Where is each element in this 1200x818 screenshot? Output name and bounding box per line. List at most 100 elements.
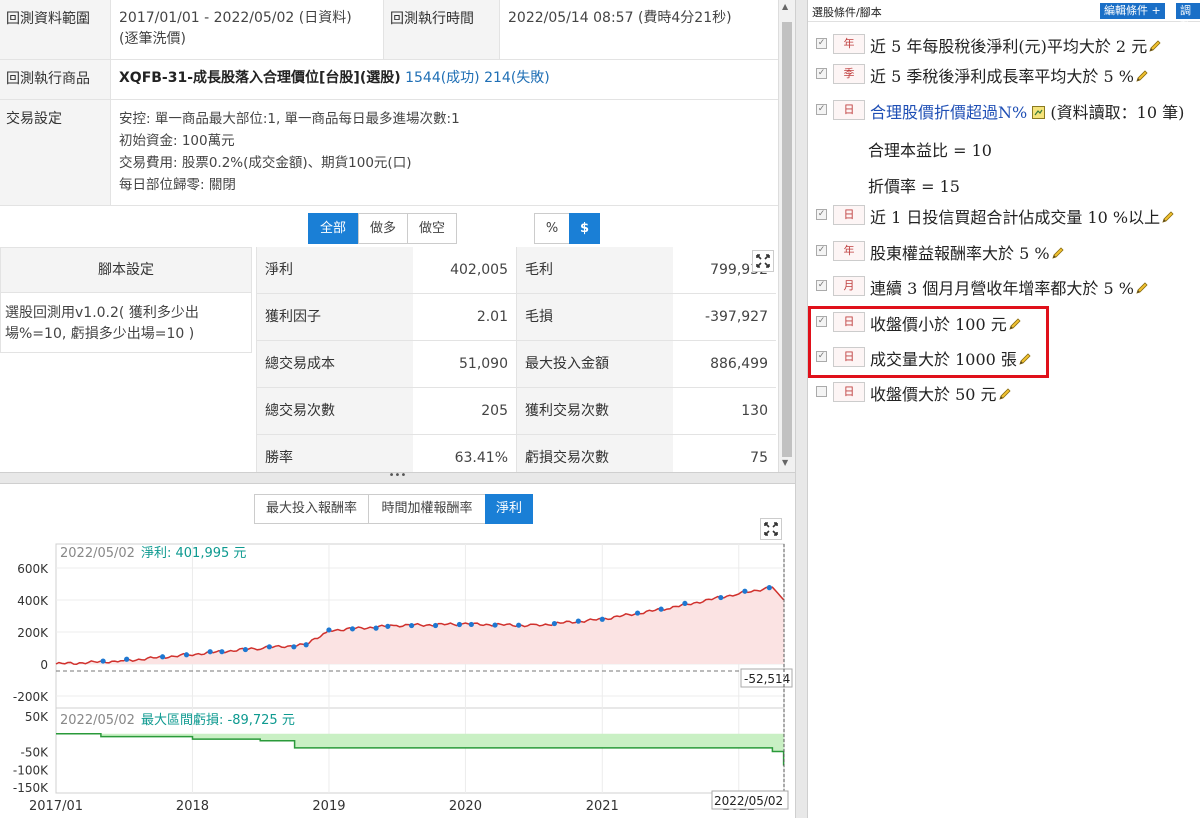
conditions-panel: 選股條件/腳本 編輯條件 + 調整 ✓ 年近 5 年每股稅後淨利(元)平均大於 2…	[808, 0, 1200, 818]
condition-text: 股東權益報酬率大於 5 %	[870, 244, 1050, 263]
range-sub: (逐筆洗價)	[119, 31, 186, 47]
script-settings-body: 選股回測用v1.0.2( 獲利多少出 場%=10, 虧損多少出場=10 )	[5, 303, 199, 345]
trade-line: 安控: 單一商品最大部位:1, 單一商品每日最多進場次數:1	[119, 111, 460, 127]
time-value: 2022/05/14 08:57 (費時4分21秒)	[508, 10, 732, 26]
metric-label: 毛利	[517, 247, 673, 294]
condition-checkbox[interactable]: ✓	[816, 280, 827, 291]
condition-row[interactable]: ✓ 月連續 3 個月月營收年增率都大於 5 %	[808, 270, 1200, 304]
condition-checkbox[interactable]	[816, 386, 827, 397]
pencil-icon[interactable]	[1147, 37, 1162, 56]
adjust-button[interactable]: 調整	[1176, 3, 1200, 33]
chart-expand-icon[interactable]	[760, 518, 782, 540]
param-pe: 合理本益比 = 10	[868, 141, 992, 160]
x-axis-labels: 2017/0120182019202020212022	[29, 799, 755, 814]
tab-time-weighted-return[interactable]: 時間加權報酬率	[368, 494, 486, 524]
range-date: 2017/01/01 - 2022/05/02 (日資料)	[119, 10, 352, 26]
frequency-tag: 年	[833, 241, 865, 261]
profit-y-ticks: 600K 400K 200K 0 -200K	[13, 562, 49, 704]
drawdown-title: 最大區間虧損: -89,725 元	[141, 712, 295, 728]
condition-row[interactable]: ✓ 季近 5 季稅後淨利成長率平均大於 5 %	[808, 58, 1200, 92]
percent-toggle-button[interactable]: %	[534, 213, 570, 244]
product-fail-link[interactable]: 214(失敗)	[484, 70, 550, 86]
metric-value: -397,927	[673, 294, 776, 341]
data-source-icon[interactable]	[1027, 103, 1050, 122]
x-end-label: 2022/05/02	[714, 794, 783, 808]
metric-value: 402,005	[413, 247, 517, 294]
splitter-handle[interactable]: •••	[0, 471, 795, 484]
trade-marker	[385, 623, 391, 629]
conditions-header: 選股條件/腳本 編輯條件 + 調整	[808, 0, 1200, 33]
trade-marker	[266, 644, 272, 650]
product-success-link[interactable]: 1544(成功)	[405, 70, 480, 86]
scroll-thumb[interactable]	[782, 22, 792, 457]
metrics-table: 淨利 402,005 毛利 799,932 獲利因子 2.01 毛損 -397,927 總交易成…	[256, 247, 776, 472]
metric-label: 獲利因子	[257, 294, 413, 341]
condition-checkbox[interactable]: ✓	[816, 245, 827, 256]
edit-conditions-button[interactable]: 編輯條件 +	[1100, 3, 1165, 19]
y-tick-label: -200K	[13, 690, 49, 704]
scroll-down-icon[interactable]: ▼	[782, 458, 788, 467]
product-name: XQFB-31-成長股落入合理價位[台股](選股)	[119, 70, 401, 86]
profit-gridlines	[56, 544, 784, 793]
info-row-product: 回測執行商品 XQFB-31-成長股落入合理價位[台股](選股) 1544(成功…	[0, 60, 778, 100]
trade-marker	[718, 594, 724, 601]
metric-label: 毛損	[517, 294, 673, 341]
trade-marker	[242, 646, 249, 653]
pencil-icon[interactable]	[1160, 208, 1175, 227]
backtest-report-panel: 回測資料範圍 2017/01/01 - 2022/05/02 (日資料) (逐筆…	[0, 0, 795, 818]
condition-row[interactable]: ✓ 日近 1 日投信買超合計佔成交量 10 %以上	[808, 199, 1200, 233]
condition-extra: (資料讀取：10 筆)	[1050, 103, 1185, 122]
condition-row[interactable]: ✓ 年近 5 年每股稅後淨利(元)平均大於 2 元	[808, 28, 1200, 62]
metric-value: 205	[413, 388, 517, 435]
condition-checkbox[interactable]: ✓	[816, 38, 827, 49]
trade-marker	[408, 622, 415, 629]
min-profit-label: -52,514	[744, 672, 790, 686]
trade-marker	[303, 642, 309, 648]
dollar-toggle-button[interactable]: $	[569, 213, 600, 244]
metric-value: 886,499	[673, 341, 776, 388]
metric-value: 63.41%	[413, 435, 517, 472]
condition-text[interactable]: 合理股價折價超過N%	[870, 103, 1027, 122]
tab-net-profit[interactable]: 淨利	[485, 494, 533, 524]
tab-max-investment-return[interactable]: 最大投入報酬率	[254, 494, 369, 524]
condition-checkbox[interactable]: ✓	[816, 104, 827, 115]
expand-icon[interactable]	[752, 250, 774, 272]
trade-marker	[766, 585, 772, 591]
trade-marker	[468, 621, 474, 628]
vertical-splitter[interactable]	[795, 0, 808, 818]
script-settings-box: 腳本設定 選股回測用v1.0.2( 獲利多少出 場%=10, 虧損多少出場=10…	[0, 247, 252, 353]
profit-title: 淨利: 401,995 元	[141, 546, 246, 561]
scroll-up-icon[interactable]: ▲	[782, 2, 788, 11]
report-scrollbar[interactable]: ▲ ▼	[778, 0, 795, 472]
pencil-icon[interactable]	[1050, 244, 1065, 263]
trade-marker	[432, 622, 439, 629]
condition-text: 近 1 日投信買超合計佔成交量 10 %以上	[870, 208, 1161, 227]
trade-marker	[349, 626, 356, 632]
condition-text: 收盤價大於 50 元	[870, 385, 997, 404]
filter-all-button[interactable]: 全部	[308, 213, 358, 244]
trade-line: 每日部位歸零: 關閉	[119, 177, 236, 193]
trade-marker	[207, 649, 213, 655]
y-tick-label: 200K	[17, 626, 49, 640]
condition-row[interactable]: ✓ 日合理股價折價超過N% (資料讀取：10 筆)	[808, 94, 1200, 128]
trade-marker	[456, 621, 463, 628]
frequency-tag: 日	[833, 100, 865, 120]
pencil-icon[interactable]	[997, 385, 1012, 404]
condition-text: 連續 3 個月月營收年增率都大於 5 %	[870, 279, 1134, 298]
conditions-title: 選股條件/腳本	[812, 6, 882, 19]
filter-short-button[interactable]: 做空	[407, 213, 457, 244]
pencil-icon[interactable]	[1134, 279, 1149, 298]
trade-marker	[373, 625, 379, 631]
metric-value: 75	[673, 435, 776, 472]
trade-marker	[742, 588, 748, 594]
x-tick-label: 2020	[449, 799, 482, 814]
condition-checkbox[interactable]: ✓	[816, 68, 827, 79]
condition-row[interactable]: ✓ 年股東權益報酬率大於 5 %	[808, 235, 1200, 269]
pencil-icon[interactable]	[1134, 67, 1149, 86]
trade-settings: 安控: 單一商品最大部位:1, 單一商品每日最多進場次數:1 初始資金: 100…	[111, 100, 468, 204]
condition-row[interactable]: 日收盤價大於 50 元	[808, 376, 1200, 410]
filter-long-button[interactable]: 做多	[358, 213, 408, 244]
condition-checkbox[interactable]: ✓	[816, 209, 827, 220]
y-tick-label: -100K	[13, 763, 49, 777]
frequency-tag: 日	[833, 205, 865, 225]
